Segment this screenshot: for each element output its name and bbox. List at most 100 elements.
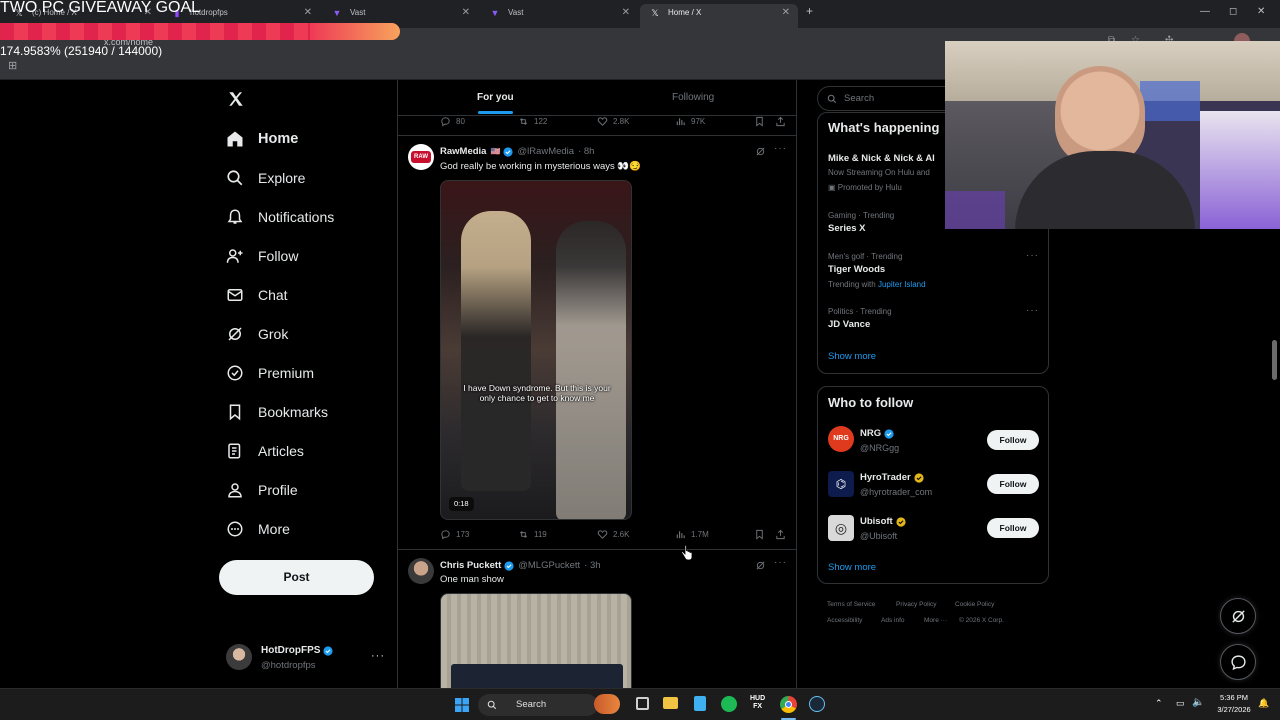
verified-badge-icon [884, 428, 894, 439]
tab-for-you[interactable]: For you [477, 92, 514, 103]
close-tab-icon[interactable]: ✕ [782, 4, 790, 22]
trend-more-icon[interactable]: ··· [1026, 250, 1039, 261]
footer-link[interactable]: Terms of Service [827, 601, 875, 608]
wtf-name[interactable]: HyroTrader [860, 472, 924, 483]
promoted-icon: ▣ [828, 183, 838, 192]
tweet-author[interactable]: Chris Puckett @MLGPuckett · 3h [440, 560, 601, 571]
taskbar-search-box[interactable]: Search [478, 694, 598, 716]
tab-label: Home / X [668, 8, 702, 17]
reply-button[interactable]: 80 [440, 116, 465, 127]
tweet-avatar[interactable] [408, 558, 434, 584]
footer-link[interactable]: Ads info [881, 617, 905, 624]
ubisoft-avatar[interactable]: ◎ [828, 515, 854, 541]
nav-item-explore[interactable]: Explore [226, 164, 305, 192]
hyrotrader-avatar[interactable]: ⌬ [828, 471, 854, 497]
share-icon[interactable] [775, 116, 786, 127]
bookmark-icon[interactable] [754, 529, 765, 540]
volume-icon[interactable]: 🔈 [1192, 697, 1204, 708]
nrg-avatar[interactable]: NRG [828, 426, 854, 452]
browser-tab-active[interactable]: 𝕏 Home / X ✕ [640, 4, 798, 28]
nav-item-notifications[interactable]: Notifications [226, 203, 334, 231]
tray-chevron-icon[interactable]: ⌃ [1155, 698, 1163, 709]
views-button[interactable]: 1.7M [675, 529, 709, 540]
nav-item-chat[interactable]: Chat [226, 281, 288, 309]
nav-item-more[interactable]: More [226, 515, 290, 543]
like-button[interactable]: 2.6K [597, 529, 629, 540]
minimize-icon[interactable]: — [1200, 6, 1210, 17]
task-view-icon[interactable] [636, 697, 649, 710]
grok-icon[interactable] [755, 560, 766, 571]
nav-item-premium[interactable]: Premium [226, 359, 314, 387]
footer-link[interactable]: Privacy Policy [896, 601, 936, 608]
notification-bell-icon[interactable]: 🔔 [1258, 698, 1269, 709]
close-window-icon[interactable]: ✕ [1257, 6, 1265, 17]
page-scrollbar-thumb[interactable] [1272, 340, 1277, 380]
tab-following[interactable]: Following [672, 92, 714, 103]
wtf-name[interactable]: NRG [860, 428, 894, 439]
post-button[interactable]: Post [219, 560, 374, 595]
follow-button[interactable]: Follow [987, 474, 1039, 494]
search-highlight-icon[interactable] [594, 694, 620, 714]
close-tab-icon[interactable]: ✕ [462, 4, 470, 22]
grok-icon[interactable] [755, 146, 766, 157]
tweet-author[interactable]: RawMedia 🇺🇸 @lRawMedia · 8h [440, 146, 594, 157]
trend-item[interactable]: Mike & Nick & Nick & Al [828, 153, 935, 164]
nav-item-home[interactable]: Home [226, 125, 298, 153]
reply-button[interactable]: 173 [440, 529, 469, 540]
trend-link[interactable]: Jupiter Island [878, 280, 926, 289]
like-button[interactable]: 2.8K [597, 116, 629, 127]
follow-button[interactable]: Follow [987, 518, 1039, 538]
show-more-trends-link[interactable]: Show more [828, 351, 876, 362]
clock-time[interactable]: 5:36 PM [1214, 693, 1254, 702]
views-button[interactable]: 97K [675, 116, 705, 127]
repost-button[interactable]: 119 [518, 529, 547, 540]
grok-float-button[interactable] [1220, 598, 1256, 634]
chrome-icon[interactable] [780, 696, 797, 713]
account-name[interactable]: HotDropFPS [261, 645, 334, 656]
tweet-more-icon[interactable]: ··· [774, 143, 787, 154]
account-avatar[interactable] [226, 644, 252, 670]
spotify-icon[interactable] [721, 696, 737, 712]
trend-item[interactable]: JD Vance [828, 319, 870, 330]
nav-item-articles[interactable]: Articles [226, 437, 304, 465]
close-tab-icon[interactable]: ✕ [304, 4, 312, 22]
nav-item-bookmarks[interactable]: Bookmarks [226, 398, 328, 426]
repost-button[interactable]: 122 [518, 116, 547, 127]
show-more-follow-link[interactable]: Show more [828, 562, 876, 573]
trend-item[interactable]: Tiger Woods [828, 264, 885, 275]
network-icon[interactable]: ▭ [1176, 698, 1185, 709]
repost-count: 122 [534, 117, 548, 126]
clock-date[interactable]: 3/27/2026 [1211, 705, 1257, 714]
share-icon[interactable] [775, 529, 786, 540]
maximize-icon[interactable]: ◻ [1229, 6, 1237, 17]
footer-link[interactable]: Cookie Policy [955, 601, 994, 608]
nav-item-follow[interactable]: Follow [226, 242, 298, 270]
nav-item-profile[interactable]: Profile [226, 476, 298, 504]
account-menu-icon[interactable]: ··· [371, 650, 385, 662]
notepad-icon[interactable] [694, 696, 706, 711]
new-tab-button[interactable]: + [806, 4, 813, 18]
chat-float-button[interactable] [1220, 644, 1256, 680]
tweet-avatar[interactable]: RAW [408, 144, 434, 170]
browser-tab[interactable]: ▼ Vast ✕ [480, 4, 638, 28]
nav-item-grok[interactable]: Grok [226, 320, 288, 348]
file-explorer-icon[interactable] [663, 697, 678, 709]
steam-icon[interactable] [809, 696, 825, 712]
tweet-video[interactable]: I have Down syndrome. But this is your o… [440, 180, 632, 520]
hudfx-icon[interactable]: HUD FX [750, 695, 765, 711]
footer-link[interactable]: More ··· [924, 617, 947, 624]
trend-item[interactable]: Series X [828, 223, 866, 234]
tweet-image[interactable] [440, 593, 632, 703]
follow-button[interactable]: Follow [987, 430, 1039, 450]
bookmark-icon[interactable] [754, 116, 765, 127]
trend-more-icon[interactable]: ··· [1026, 305, 1039, 316]
apps-grid-icon[interactable]: ⊞ [8, 59, 17, 72]
windows-start-icon[interactable] [455, 698, 469, 712]
reply-icon [441, 530, 450, 540]
footer-link[interactable]: Accessibility [827, 617, 862, 624]
tweet-more-icon[interactable]: ··· [774, 557, 787, 568]
x-logo-icon[interactable] [227, 90, 245, 108]
wtf-name-text: HyroTrader [860, 472, 911, 483]
wtf-name[interactable]: Ubisoft [860, 516, 906, 527]
close-tab-icon[interactable]: ✕ [622, 4, 630, 22]
